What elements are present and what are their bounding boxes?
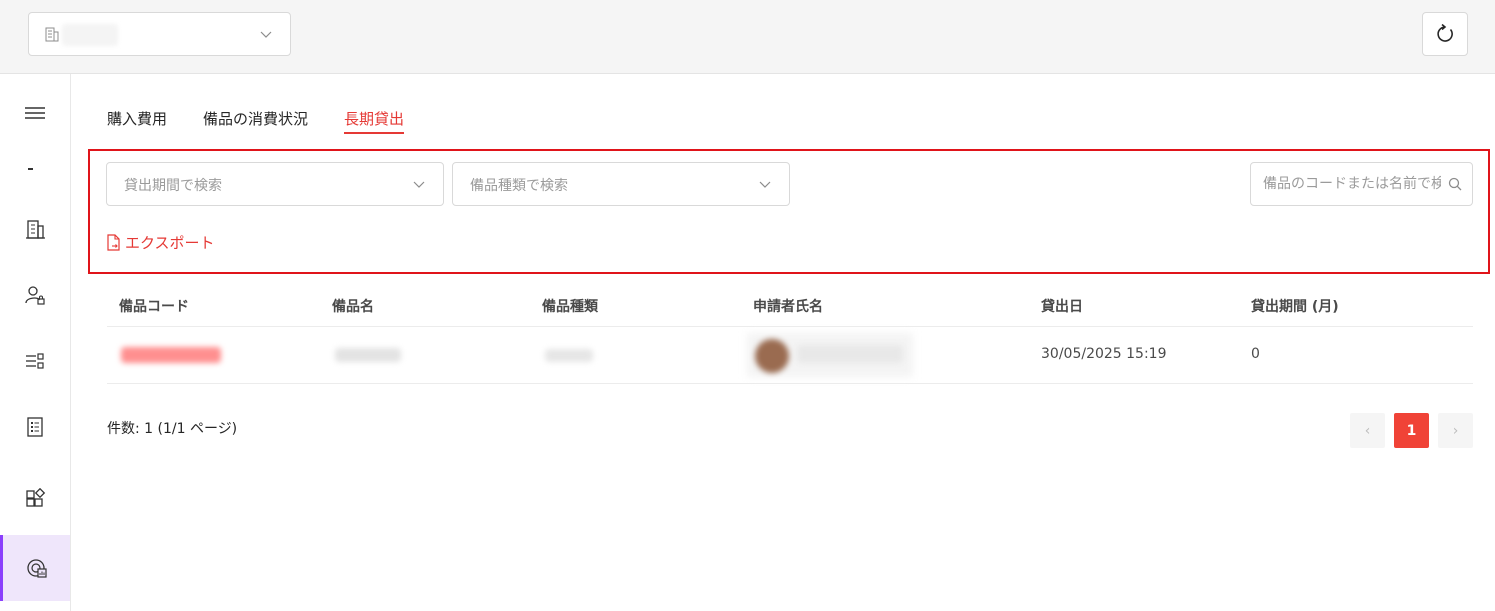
sidebar-menu-toggle[interactable] (0, 80, 70, 146)
col-item-name: 備品名 (332, 299, 374, 315)
refresh-button[interactable] (1422, 12, 1468, 56)
export-button[interactable]: エクスポート (106, 232, 215, 253)
col-item-code: 備品コード (119, 299, 189, 315)
organization-select[interactable] (28, 12, 291, 56)
export-file-icon (107, 234, 120, 251)
item-type-select[interactable]: 備品種類で検索 (452, 162, 790, 206)
building-icon (26, 220, 45, 239)
table-header: 備品コード 備品名 備品種類 申請者氏名 貸出日 貸出期間 (月) (107, 282, 1473, 327)
search-input[interactable] (1251, 163, 1441, 205)
sidebar-item-widgets[interactable] (0, 466, 70, 532)
loan-period-placeholder: 貸出期間で検索 (124, 178, 222, 194)
loan-date: 30/05/2025 15:19 (1041, 346, 1167, 362)
sidebar-item-buildings[interactable] (0, 196, 70, 262)
pagination: ‹ 1 › (1350, 413, 1473, 448)
col-loan-date: 貸出日 (1041, 299, 1083, 315)
col-applicant: 申請者氏名 (753, 299, 823, 315)
tab-long-term-loan[interactable]: 長期貸出 (344, 108, 405, 134)
col-loan-period: 貸出期間 (月) (1251, 299, 1339, 315)
export-label: エクスポート (125, 234, 215, 252)
sidebar-item-settings[interactable] (0, 328, 70, 394)
search-icon[interactable] (1448, 177, 1462, 191)
avatar (755, 339, 789, 373)
applicant-name (797, 345, 903, 363)
item-code-link[interactable] (121, 347, 221, 363)
loan-period-select[interactable]: 貸出期間で検索 (106, 162, 444, 206)
sidebar-divider (28, 168, 33, 170)
top-bar (0, 0, 1495, 74)
prev-page-button[interactable]: ‹ (1350, 413, 1385, 448)
organization-name (62, 24, 118, 46)
table-row[interactable]: 30/05/2025 15:19 0 (107, 327, 1473, 384)
user-lock-icon (25, 286, 45, 305)
tab-bar: 購入費用 備品の消費状況 長期貸出 (107, 108, 440, 136)
chevron-down-icon (260, 31, 272, 38)
sidebar (0, 74, 71, 611)
report-chart-icon (26, 559, 47, 578)
filter-panel: 貸出期間で検索 備品種類で検索 エクスポート (88, 149, 1490, 274)
record-count: 件数: 1 (1/1 ページ) (107, 421, 238, 437)
sidebar-item-reports[interactable] (0, 535, 70, 601)
next-page-button[interactable]: › (1438, 413, 1473, 448)
building-icon (45, 27, 59, 42)
tab-purchase-cost[interactable]: 購入費用 (107, 108, 167, 134)
loan-period: 0 (1251, 346, 1260, 362)
loan-table: 備品コード 備品名 備品種類 申請者氏名 貸出日 貸出期間 (月) 30/05/… (107, 282, 1473, 384)
sidebar-item-users[interactable] (0, 262, 70, 328)
menu-icon (25, 107, 45, 119)
page-1-button[interactable]: 1 (1394, 413, 1429, 448)
chevron-down-icon (759, 181, 771, 188)
item-type (545, 349, 593, 362)
main-content: 購入費用 備品の消費状況 長期貸出 貸出期間で検索 備品種類で検索 備品のコード… (71, 74, 1495, 611)
col-item-type: 備品種類 (542, 299, 598, 315)
widgets-icon (26, 488, 46, 507)
refresh-icon (1437, 24, 1453, 42)
item-type-placeholder: 備品種類で検索 (470, 178, 568, 194)
chevron-down-icon (413, 181, 425, 188)
item-name (335, 348, 401, 362)
document-list-icon (27, 417, 43, 437)
sidebar-item-documents[interactable] (0, 394, 70, 460)
tab-consumption-status[interactable]: 備品の消費状況 (203, 108, 308, 134)
settings-list-icon (26, 353, 44, 369)
search-box (1250, 162, 1473, 206)
